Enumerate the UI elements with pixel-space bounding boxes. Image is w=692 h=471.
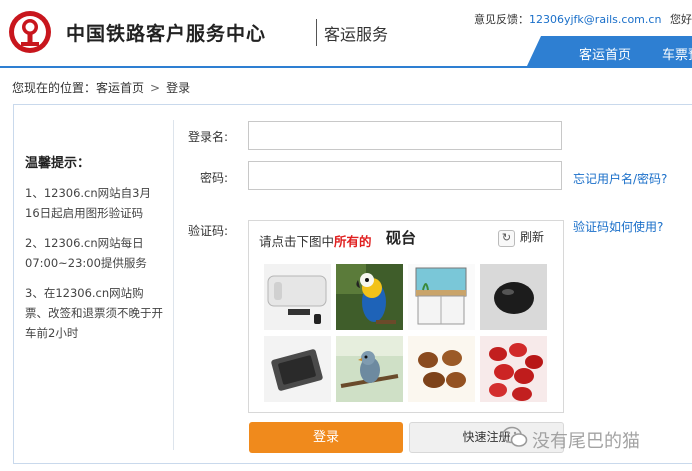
wechat-icon <box>502 426 528 447</box>
railway-logo-icon[interactable] <box>7 9 53 55</box>
captcha-target-word: 砚台 <box>386 229 417 247</box>
username-label: 登录名: <box>188 130 229 144</box>
refresh-icon: ↻ <box>498 230 515 247</box>
header-line <box>0 66 692 68</box>
feedback-label: 意见反馈： <box>474 13 529 26</box>
greeting: 您好 <box>670 13 692 26</box>
forgot-password-link[interactable]: 忘记用户名/密码? <box>573 170 667 187</box>
feedback: 意见反馈：12306yjfk@rails.com.cn <box>474 11 661 27</box>
captcha-prompt-prefix: 请点击下图中 <box>259 234 335 249</box>
login-button[interactable]: 登录 <box>249 422 403 453</box>
captcha-tile-parrot[interactable] <box>336 264 403 330</box>
username-input[interactable] <box>248 121 562 150</box>
breadcrumb-home[interactable]: 客运首页 <box>96 81 144 95</box>
captcha-prompt: 请点击下图中所有的 <box>259 231 372 250</box>
column-divider <box>173 120 174 450</box>
password-input[interactable] <box>248 161 562 190</box>
tip-item: 2、12306.cn网站每日07:00~23:00提供服务 <box>25 236 147 270</box>
captcha-tile-red-dates[interactable] <box>480 336 547 402</box>
password-label: 密码: <box>200 171 229 185</box>
captcha-help-link[interactable]: 验证码如何使用? <box>573 218 663 235</box>
captcha-tile-pastries[interactable] <box>408 336 475 402</box>
breadcrumb-current: 登录 <box>166 81 191 95</box>
captcha-tile-bird[interactable] <box>336 336 403 402</box>
tips-title: 温馨提示： <box>25 156 91 171</box>
captcha-tile-water-heater[interactable] <box>264 264 331 330</box>
breadcrumb-separator: > <box>150 81 161 95</box>
site-name: 中国铁路客户服务中心 <box>66 23 267 45</box>
captcha-tile-black-stone[interactable] <box>480 264 547 330</box>
tip-item: 1、12306.cn网站自3月16日起启用图形验证码 <box>25 186 151 220</box>
captcha-tile-ink-stone-tray[interactable] <box>264 336 331 402</box>
watermark-text: 没有尾巴的猫 <box>532 431 640 452</box>
captcha-label: 验证码: <box>188 224 229 238</box>
captcha-tile-aquarium[interactable] <box>408 264 475 330</box>
sub-site-name: 客运服务 <box>324 25 389 44</box>
breadcrumb-prefix: 您现在的位置： <box>12 81 97 95</box>
header-divider <box>316 19 317 46</box>
nav-tickets[interactable]: 车票预 <box>662 44 692 63</box>
tip-item: 3、在12306.cn网站购票、改签和退票须不晚于开车前2小时 <box>25 286 163 340</box>
breadcrumb: 您现在的位置：客运首页 > 登录 <box>12 79 190 96</box>
captcha-prompt-highlight: 所有的 <box>334 234 372 249</box>
nav-home[interactable]: 客运首页 <box>579 44 631 63</box>
refresh-label: 刷新 <box>520 230 545 244</box>
feedback-email-link[interactable]: 12306yjfk@rails.com.cn <box>529 13 661 26</box>
captcha-refresh-button[interactable]: ↻ 刷新 <box>498 228 544 247</box>
